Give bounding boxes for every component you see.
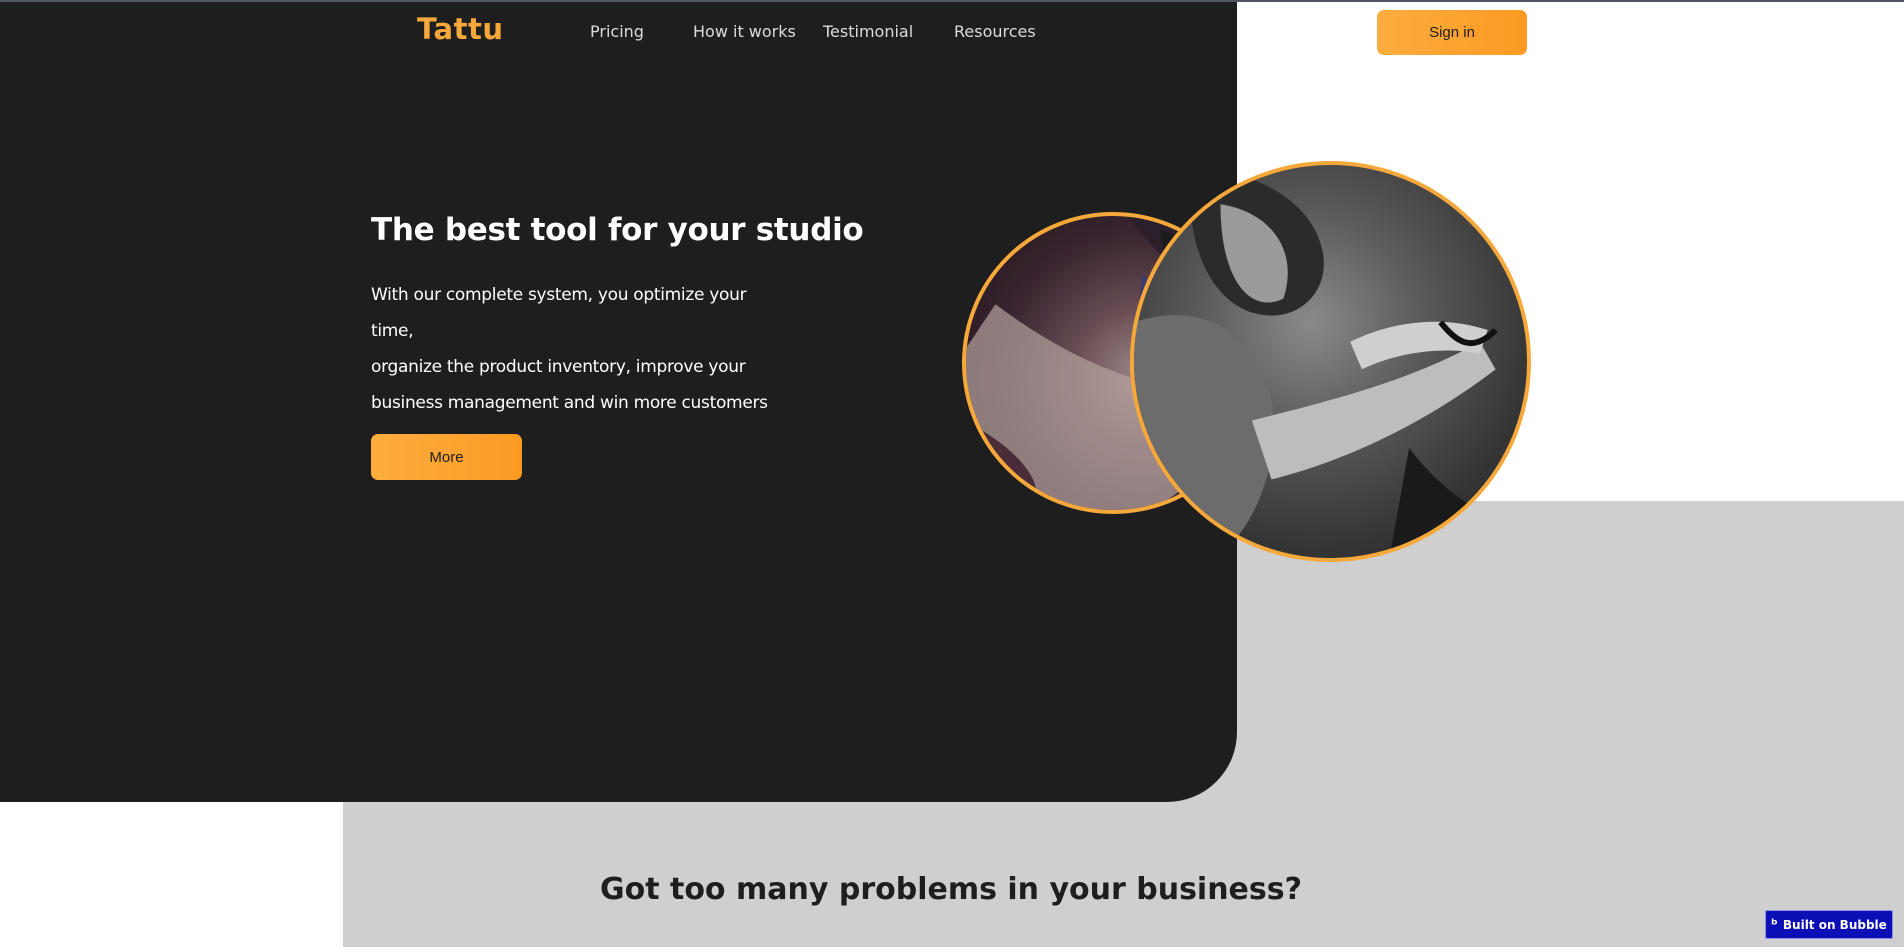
built-on-bubble-badge[interactable]: ᵇ Built on Bubble	[1765, 910, 1893, 939]
bubble-logo-icon: ᵇ	[1771, 916, 1778, 933]
tattoo-artist-photo-icon	[1134, 165, 1527, 558]
badge-label: Built on Bubble	[1782, 917, 1887, 932]
nav-testimonial[interactable]: Testimonial	[823, 22, 913, 41]
sign-in-button[interactable]: Sign in	[1377, 10, 1527, 55]
hero-description: With our complete system, you optimize y…	[371, 277, 791, 421]
nav-pricing[interactable]: Pricing	[590, 22, 644, 41]
tattoo-artist-image	[1130, 161, 1531, 562]
hero-description-line: business management and win more custome…	[371, 393, 768, 413]
more-button[interactable]: More	[371, 434, 522, 480]
nav-resources[interactable]: Resources	[954, 22, 1036, 41]
page: Tattu Pricing How it works Testimonial R…	[0, 0, 1904, 947]
hero-title: The best tool for your studio	[371, 212, 864, 248]
hero-description-line: With our complete system, you optimize y…	[371, 285, 747, 341]
problems-section-title: Got too many problems in your business?	[599, 872, 1303, 907]
hero-description-line: organize the product inventory, improve …	[371, 357, 746, 377]
logo[interactable]: Tattu	[417, 12, 503, 46]
nav-how-it-works[interactable]: How it works	[693, 22, 796, 41]
